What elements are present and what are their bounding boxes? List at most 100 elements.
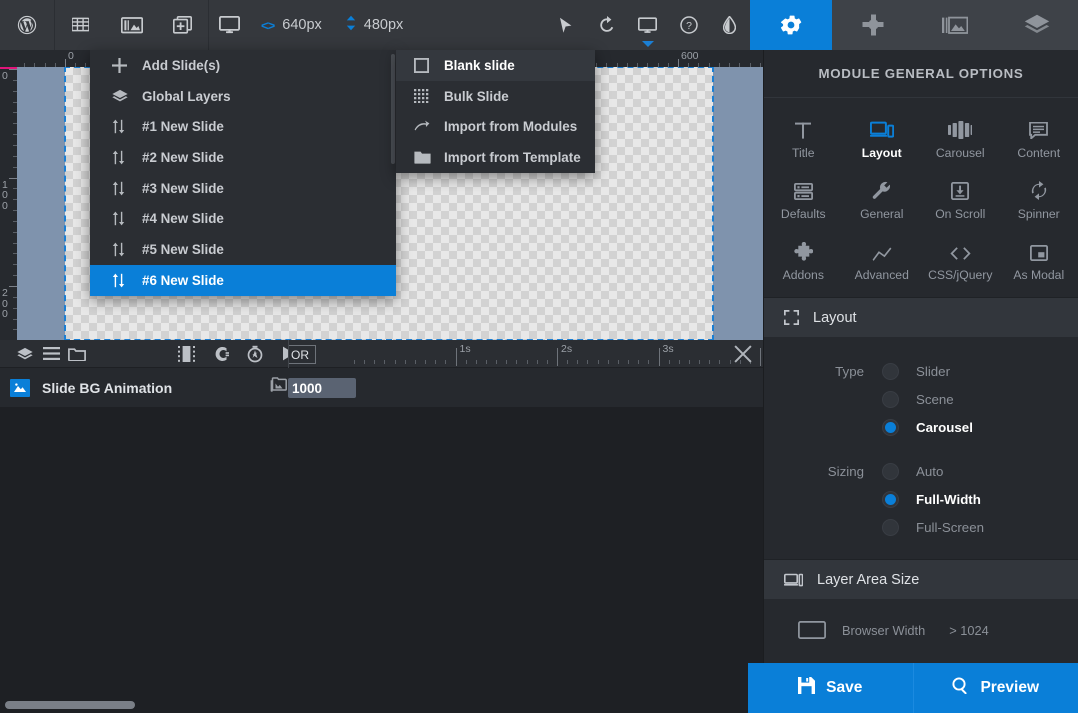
layers-icon[interactable] bbox=[12, 347, 38, 361]
option-label: Scene bbox=[916, 391, 954, 407]
speech-bubble-icon bbox=[1029, 117, 1049, 139]
slide-menu-item[interactable]: #3 New Slide bbox=[90, 173, 396, 204]
preview-button[interactable]: Preview bbox=[913, 663, 1078, 713]
sizing-option[interactable]: Sizing Auto bbox=[764, 457, 1078, 485]
radio-button[interactable] bbox=[882, 490, 899, 508]
submenu-item[interactable]: Blank slide bbox=[396, 50, 595, 81]
slide-menu-item[interactable]: Global Layers bbox=[90, 81, 396, 112]
folder-stack-icon[interactable] bbox=[270, 377, 288, 398]
sizing-option[interactable]: Full-Width bbox=[764, 485, 1078, 513]
submenu-item[interactable]: Import from Template bbox=[396, 142, 595, 173]
slide-menu-item[interactable]: Add Slide(s) bbox=[90, 50, 396, 81]
add-slide-submenu[interactable]: Blank slide Bulk Slide Import from Modules… bbox=[396, 50, 595, 173]
timeline-tick bbox=[465, 360, 467, 364]
cursor-icon[interactable] bbox=[545, 0, 586, 50]
timeline-layer-row[interactable]: Slide BG Animation 1000 bbox=[0, 368, 763, 408]
move-icon[interactable] bbox=[832, 0, 914, 50]
timing-stopwatch-icon[interactable] bbox=[238, 345, 272, 363]
slide-menu-item[interactable]: #2 New Slide bbox=[90, 142, 396, 173]
grid-icon[interactable] bbox=[55, 0, 106, 50]
layout-section-header[interactable]: Layout bbox=[764, 297, 1078, 337]
ruler-tick bbox=[13, 123, 17, 125]
slide-menu-item[interactable]: #4 New Slide bbox=[90, 203, 396, 234]
undo-icon[interactable] bbox=[586, 0, 627, 50]
text-t-icon bbox=[794, 117, 812, 139]
save-button[interactable]: Save bbox=[748, 663, 914, 713]
radio-button[interactable] bbox=[882, 362, 899, 380]
align-grid-icon[interactable] bbox=[166, 345, 206, 362]
slide-menu-item-label: #5 New Slide bbox=[142, 241, 224, 257]
tab-as-modal[interactable]: As Modal bbox=[1000, 230, 1078, 291]
timeline-tick bbox=[648, 360, 650, 364]
desktop-icon[interactable] bbox=[209, 0, 249, 50]
type-option[interactable]: Scene bbox=[764, 385, 1078, 413]
wordpress-logo-icon[interactable] bbox=[0, 0, 55, 50]
slide-dropdown-menu[interactable]: Add Slide(s) Global Layers #1 New Slide #2 … bbox=[90, 50, 396, 296]
save-button-label: Save bbox=[826, 679, 863, 696]
submenu-item[interactable]: Import from Modules bbox=[396, 111, 595, 142]
image-icon bbox=[10, 378, 30, 397]
preview-dropdown-caret-icon[interactable] bbox=[641, 41, 654, 47]
tab-spinner[interactable]: Spinner bbox=[1000, 169, 1078, 230]
slider-preview-icon[interactable] bbox=[106, 0, 157, 50]
slide-thumbs-icon[interactable] bbox=[914, 0, 996, 50]
type-option[interactable]: Type Slider bbox=[764, 357, 1078, 385]
layers-icon[interactable] bbox=[996, 0, 1078, 50]
vertical-arrows-icon bbox=[346, 15, 356, 35]
tab-on-scroll[interactable]: On Scroll bbox=[921, 169, 1000, 230]
radio-button[interactable] bbox=[882, 418, 899, 436]
add-module-icon[interactable] bbox=[157, 0, 208, 50]
radio-button[interactable] bbox=[882, 518, 899, 536]
list-icon[interactable] bbox=[38, 347, 64, 360]
tab-advanced[interactable]: Advanced bbox=[843, 230, 922, 291]
help-icon[interactable]: ? bbox=[668, 0, 709, 50]
tab-title[interactable]: Title bbox=[764, 108, 843, 169]
tab-defaults[interactable]: Defaults bbox=[764, 169, 843, 230]
slide-menu-item[interactable]: #5 New Slide bbox=[90, 234, 396, 265]
timeline-ruler[interactable]: 1s2s3s4s bbox=[288, 340, 775, 368]
option-label: Auto bbox=[916, 463, 944, 479]
radio-button[interactable] bbox=[882, 462, 899, 480]
tab-addons[interactable]: Addons bbox=[764, 230, 843, 291]
horizontal-scrollbar[interactable] bbox=[0, 697, 763, 713]
settings-gear-icon[interactable] bbox=[750, 0, 832, 50]
tab-carousel[interactable]: Carousel bbox=[921, 108, 1000, 169]
scrollbar-thumb[interactable] bbox=[5, 701, 135, 709]
module-height-field[interactable]: 480px bbox=[334, 0, 416, 50]
close-icon[interactable] bbox=[733, 344, 753, 364]
tab-layout[interactable]: Layout bbox=[843, 108, 922, 169]
module-tools-group bbox=[55, 0, 208, 50]
ruler-label: 200 bbox=[2, 287, 8, 320]
ruler-tick bbox=[729, 63, 731, 67]
ruler-tick bbox=[688, 63, 690, 67]
sizing-option[interactable]: Full-Screen bbox=[764, 513, 1078, 541]
module-width-field[interactable]: < > 640px bbox=[249, 0, 334, 50]
submenu-item[interactable]: Bulk Slide bbox=[396, 81, 595, 112]
submenu-item-label: Bulk Slide bbox=[444, 88, 509, 104]
laptop-icon bbox=[784, 572, 803, 587]
ruler-tick bbox=[606, 63, 608, 67]
horizontal-arrows-icon: < > bbox=[261, 17, 275, 33]
preview-monitor-icon[interactable] bbox=[627, 0, 668, 50]
radio-button[interactable] bbox=[882, 390, 899, 408]
vertical-ruler[interactable]: 0 100 200 bbox=[0, 67, 17, 340]
snap-icon[interactable] bbox=[206, 346, 238, 362]
menu-scrollbar[interactable] bbox=[391, 54, 395, 164]
ruler-tick bbox=[13, 296, 17, 298]
tab-css-jquery[interactable]: CSS/jQuery bbox=[921, 230, 1000, 291]
submenu-item-label: Import from Modules bbox=[444, 119, 578, 135]
tab-content[interactable]: Content bbox=[1000, 108, 1078, 169]
timeline-tick bbox=[577, 360, 579, 364]
contrast-icon[interactable] bbox=[709, 0, 750, 50]
ruler-tick bbox=[749, 63, 751, 67]
browser-width-row[interactable]: Browser Width > 1024 bbox=[764, 599, 1078, 639]
type-option[interactable]: Carousel bbox=[764, 413, 1078, 441]
guide-marker bbox=[0, 67, 17, 69]
slide-menu-item[interactable]: #1 New Slide bbox=[90, 111, 396, 142]
folder-icon[interactable] bbox=[64, 347, 90, 361]
timeline-duration-bar[interactable]: 1000 bbox=[288, 378, 356, 398]
plus-icon bbox=[112, 57, 142, 73]
tab-general[interactable]: General bbox=[843, 169, 922, 230]
slide-menu-item[interactable]: #6 New Slide bbox=[90, 264, 396, 296]
layer-area-section-header[interactable]: Layer Area Size bbox=[764, 559, 1078, 599]
